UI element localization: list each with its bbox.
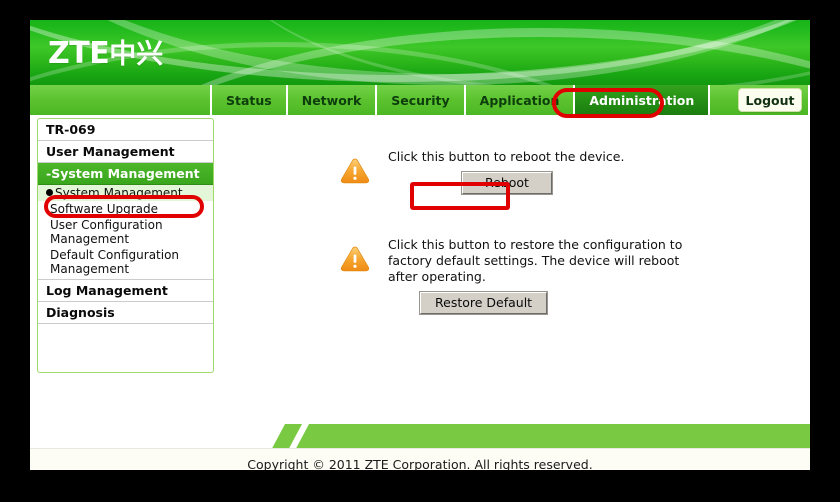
sidebar-item-log-management[interactable]: Log Management [38, 279, 213, 302]
sidebar-subitem-label: System Management [55, 186, 183, 200]
sidebar-subitem-system-management[interactable]: System Management [38, 185, 213, 201]
reboot-button-row: Reboot [388, 171, 698, 195]
content-pane: Click this button to reboot the device. … [220, 115, 810, 415]
logout-button[interactable]: Logout [738, 88, 802, 112]
sidebar-menu: TR-069 User Management -System Managemen… [37, 118, 214, 373]
decorative-green-parallelogram [271, 424, 810, 448]
zte-logo-chinese: 中兴 [109, 39, 164, 70]
restore-default-button[interactable]: Restore Default [418, 291, 549, 315]
tab-application[interactable]: Application [465, 85, 574, 115]
reboot-instruction-text: Click this button to reboot the device. [388, 149, 625, 164]
page-footer: Copyright © 2011 ZTE Corporation. All ri… [30, 448, 810, 470]
restore-default-section: Click this button to restore the configu… [340, 235, 698, 315]
sidebar-item-diagnosis[interactable]: Diagnosis [38, 302, 213, 324]
tab-network[interactable]: Network [287, 85, 376, 115]
banner-swoosh-decoration [230, 20, 810, 85]
router-admin-page: ZTE中兴 Status Network Security Applicatio… [30, 20, 810, 470]
sidebar-subitem-user-configuration-management[interactable]: User Configuration Management [38, 217, 213, 247]
reboot-section: Click this button to reboot the device. … [340, 147, 698, 195]
warning-icon-cell [340, 147, 388, 189]
decorative-band [30, 415, 810, 448]
restore-default-instruction-text: Click this button to restore the configu… [388, 237, 683, 284]
zte-logo-latin: ZTE [48, 36, 110, 71]
reboot-button[interactable]: Reboot [461, 171, 553, 195]
copyright-text: Copyright © 2011 ZTE Corporation. All ri… [247, 457, 593, 470]
sidebar-subitem-default-configuration-management[interactable]: Default Configuration Management [38, 247, 213, 277]
tab-administration[interactable]: Administration [575, 85, 709, 115]
banner-swoosh-decoration [90, 28, 810, 85]
screenshot-letterbox: ZTE中兴 Status Network Security Applicatio… [0, 0, 840, 502]
tab-security[interactable]: Security [377, 85, 464, 115]
tab-status[interactable]: Status [212, 85, 286, 115]
nav-left-filler [30, 85, 210, 115]
selected-bullet-icon [46, 189, 53, 196]
sidebar-item-system-management-group[interactable]: -System Management [38, 163, 213, 185]
zte-logo: ZTE中兴 [48, 32, 163, 71]
warning-triangle-icon [340, 158, 370, 184]
page-body: TR-069 User Management -System Managemen… [30, 115, 810, 415]
restore-default-button-row: Restore Default [388, 291, 698, 315]
warning-icon-cell [340, 235, 388, 277]
main-navigation-bar: Status Network Security Application Admi… [30, 85, 810, 115]
warning-triangle-icon [340, 246, 370, 272]
sidebar-subitem-software-upgrade[interactable]: Software Upgrade [38, 201, 213, 217]
sidebar-item-user-management[interactable]: User Management [38, 141, 213, 163]
page-header-banner: ZTE中兴 [30, 20, 810, 85]
sidebar-item-tr069[interactable]: TR-069 [38, 119, 213, 141]
